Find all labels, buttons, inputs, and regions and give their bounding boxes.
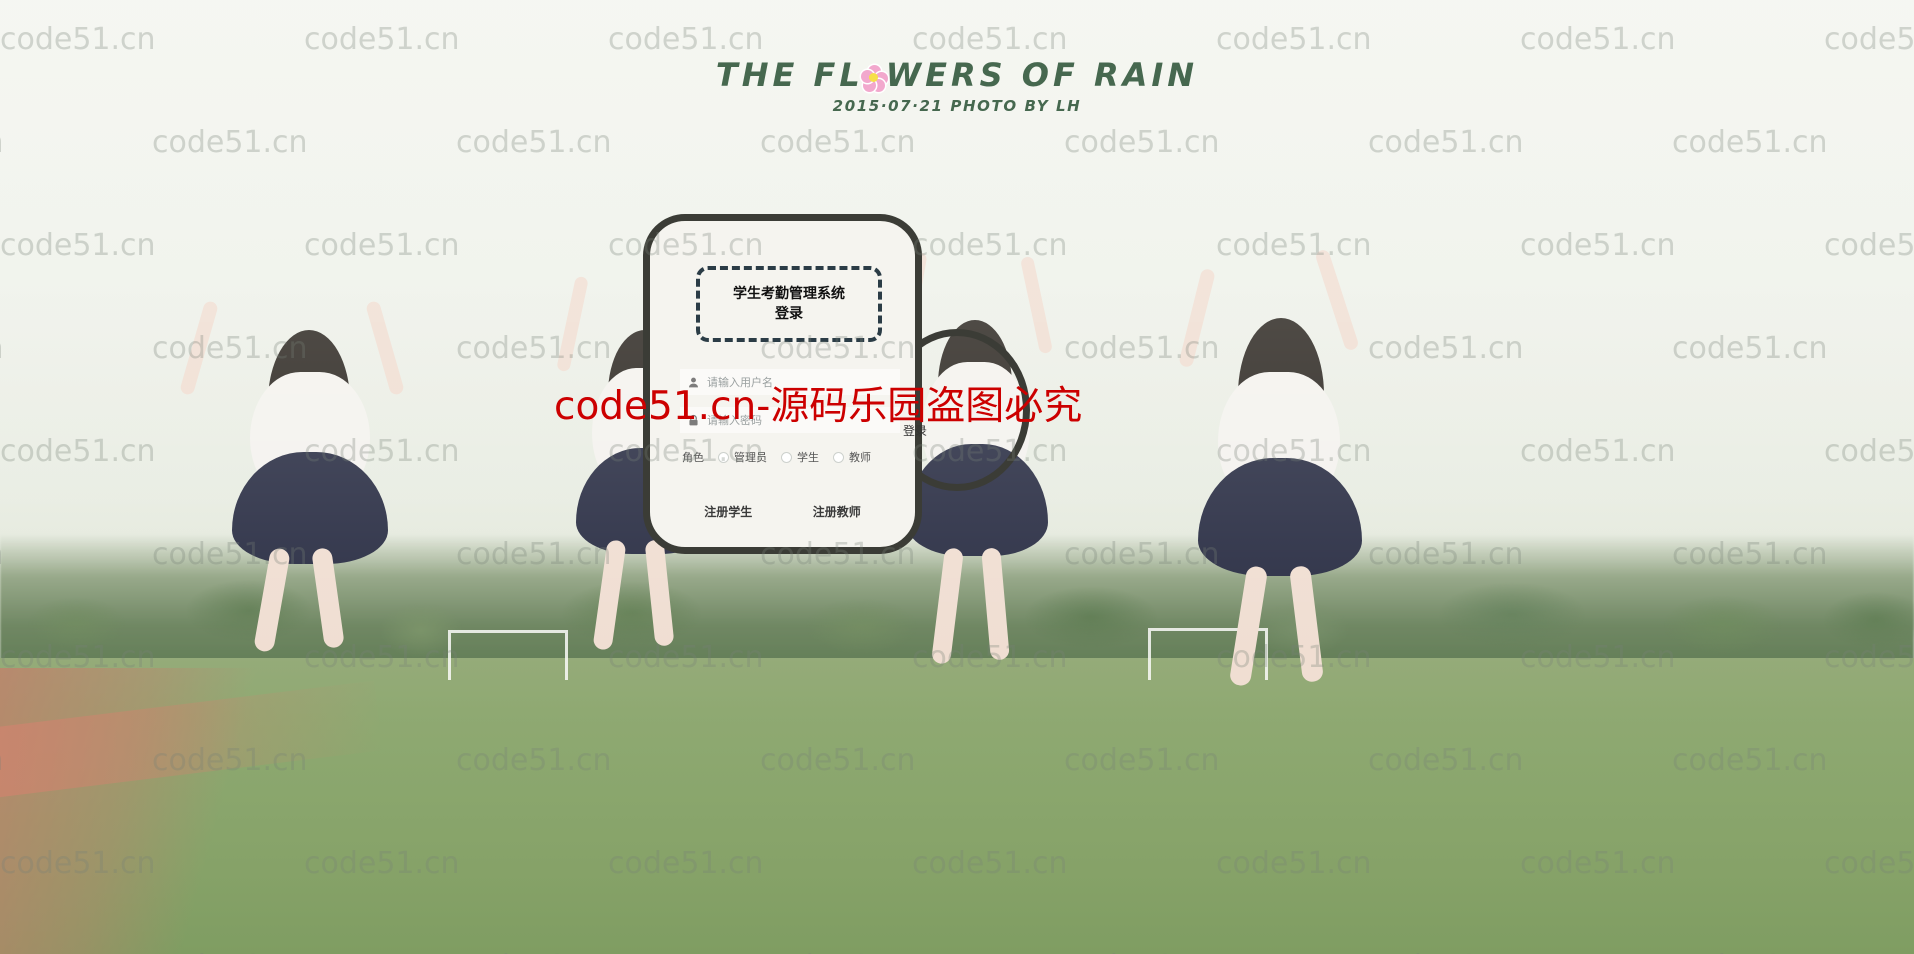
role-option-admin-label: 管理员: [734, 451, 767, 464]
radio-admin-icon[interactable]: [718, 451, 729, 463]
role-option-student-label: 学生: [797, 451, 819, 464]
user-icon: [686, 375, 700, 389]
register-links: 注册学生 注册教师: [650, 503, 915, 520]
radio-teacher-icon[interactable]: [833, 451, 844, 463]
register-teacher-link[interactable]: 注册教师: [813, 503, 861, 520]
login-card: 学生考勤管理系统 登录 请输入用户名 登录 角色 管理员 学生 教师 注册学生 …: [643, 214, 927, 554]
page-title-line-2: 登录: [775, 306, 803, 322]
role-option-teacher-label: 教师: [849, 451, 871, 464]
role-option-admin[interactable]: 管理员: [718, 449, 767, 465]
radio-student-icon[interactable]: [781, 451, 792, 463]
lock-icon: [686, 413, 700, 427]
register-student-link[interactable]: 注册学生: [704, 503, 752, 520]
role-option-teacher[interactable]: 教师: [833, 449, 871, 465]
screenshot-root: THE FL WERS OF RAIN 2015·07·21 PHOTO BY L…: [0, 0, 1914, 954]
login-form: [680, 369, 900, 433]
login-button[interactable]: 登录: [886, 418, 944, 442]
username-row[interactable]: [680, 369, 900, 395]
password-row[interactable]: [680, 407, 900, 433]
role-option-student[interactable]: 学生: [781, 449, 819, 465]
role-label: 角色: [682, 451, 704, 464]
password-input[interactable]: [707, 413, 894, 427]
page-title-line-1: 学生考勤管理系统: [733, 285, 845, 302]
login-title-box: 学生考勤管理系统 登录: [696, 266, 882, 342]
role-selector: 角色 管理员 学生 教师: [682, 449, 885, 465]
username-input[interactable]: [707, 375, 894, 389]
